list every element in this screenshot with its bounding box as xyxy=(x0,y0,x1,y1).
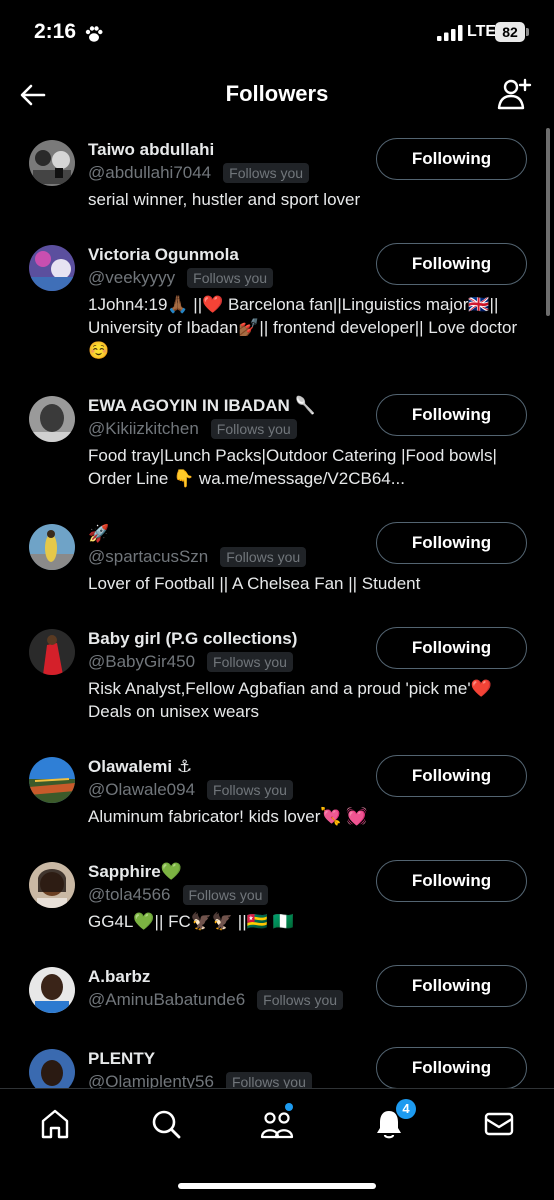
user-handle[interactable]: @Olamiplenty56 xyxy=(88,1072,214,1088)
messages-icon[interactable] xyxy=(482,1107,516,1141)
handle-line: @Kikiizkitchen Follows you xyxy=(88,419,297,439)
user-bio: GG4L💚|| FC🦅🦅 ||🇹🇬 🇳🇬 xyxy=(88,912,294,931)
user-handle[interactable]: @tola4566 xyxy=(88,885,171,905)
follows-you-badge: Follows you xyxy=(187,268,274,288)
user-bio: Aluminum fabricator! kids lover💘 💓 xyxy=(88,807,368,826)
user-handle[interactable]: @abdullahi7044 xyxy=(88,163,211,183)
display-name[interactable]: EWA AGOYIN IN IBADAN 🥄 xyxy=(88,396,316,416)
battery-icon: 82 xyxy=(495,22,525,42)
display-name[interactable]: Olawalemi ⚓ xyxy=(88,757,192,777)
communities-dot xyxy=(285,1103,293,1111)
follows-you-badge: Follows you xyxy=(257,990,344,1010)
following-button[interactable]: Following xyxy=(376,138,527,180)
followers-list: Taiwo abdullahi @abdullahi7044 Follows y… xyxy=(0,124,554,1088)
display-name[interactable]: PLENTY xyxy=(88,1049,155,1069)
notifications-badge: 4 xyxy=(396,1099,416,1119)
paw-icon xyxy=(85,26,103,42)
handle-line: @Olamiplenty56 Follows you xyxy=(88,1072,312,1088)
handle-line: @spartacusSzn Follows you xyxy=(88,547,307,567)
user-bio: 1John4:19🙏🏾 ||❤️ Barcelona fan||Linguist… xyxy=(88,295,518,360)
handle-line: @veekyyyy Follows you xyxy=(88,268,274,288)
handle-line: @BabyGir450 Follows you xyxy=(88,652,293,672)
home-icon[interactable] xyxy=(38,1107,72,1141)
following-button[interactable]: Following xyxy=(376,243,527,285)
avatar[interactable] xyxy=(29,396,75,442)
display-name[interactable]: 🚀 xyxy=(88,524,109,544)
avatar[interactable] xyxy=(29,967,75,1013)
following-button[interactable]: Following xyxy=(376,1047,527,1088)
network-label: LTE xyxy=(467,23,497,40)
follows-you-badge: Follows you xyxy=(225,1072,312,1088)
user-bio: serial winner, hustler and sport lover xyxy=(88,190,361,209)
avatar[interactable] xyxy=(29,524,75,570)
battery-nub xyxy=(526,28,529,36)
handle-line: @tola4566 Follows you xyxy=(88,885,269,905)
top-bar: Followers xyxy=(0,66,554,124)
following-button[interactable]: Following xyxy=(376,522,527,564)
handle-line: @Olawale094 Follows you xyxy=(88,780,293,800)
follows-you-badge: Follows you xyxy=(207,780,293,800)
avatar[interactable] xyxy=(29,862,75,908)
avatar[interactable] xyxy=(29,1049,75,1088)
follows-you-badge: Follows you xyxy=(207,652,293,672)
avatar[interactable] xyxy=(29,757,75,803)
handle-line: @AminuBabatunde6 Follows you xyxy=(88,990,344,1010)
following-button[interactable]: Following xyxy=(376,755,527,797)
user-handle[interactable]: @spartacusSzn xyxy=(88,547,208,567)
add-user-icon[interactable] xyxy=(496,76,532,112)
display-name[interactable]: A.barbz xyxy=(88,967,150,987)
following-button[interactable]: Following xyxy=(376,627,527,669)
status-bar: 2:16 LTE 82 xyxy=(0,0,554,66)
user-handle[interactable]: @AminuBabatunde6 xyxy=(88,990,245,1010)
search-icon[interactable] xyxy=(149,1107,183,1141)
follows-you-badge: Follows you xyxy=(220,547,307,567)
following-button[interactable]: Following xyxy=(376,860,527,902)
avatar[interactable] xyxy=(29,629,75,675)
handle-line: @abdullahi7044 Follows you xyxy=(88,163,310,183)
display-name[interactable]: Taiwo abdullahi xyxy=(88,140,214,160)
display-name[interactable]: Baby girl (P.G collections) xyxy=(88,629,297,649)
following-button[interactable]: Following xyxy=(376,394,527,436)
user-handle[interactable]: @Kikiizkitchen xyxy=(88,419,199,439)
follows-you-badge: Follows you xyxy=(210,419,297,439)
avatar[interactable] xyxy=(29,140,75,186)
user-handle[interactable]: @Olawale094 xyxy=(88,780,195,800)
follows-you-badge: Follows you xyxy=(182,885,269,905)
user-handle[interactable]: @BabyGir450 xyxy=(88,652,195,672)
follows-you-badge: Follows you xyxy=(223,163,310,183)
following-button[interactable]: Following xyxy=(376,965,527,1007)
user-bio: Food tray|Lunch Packs|Outdoor Catering |… xyxy=(88,446,497,488)
avatar[interactable] xyxy=(29,245,75,291)
display-name[interactable]: Sapphire💚 xyxy=(88,862,182,882)
signal-icon xyxy=(437,25,463,41)
page-title: Followers xyxy=(225,81,329,106)
home-indicator[interactable] xyxy=(178,1183,376,1189)
user-handle[interactable]: @veekyyyy xyxy=(88,268,175,288)
communities-icon[interactable] xyxy=(260,1107,294,1141)
user-bio: Lover of Football || A Chelsea Fan || St… xyxy=(88,574,421,593)
user-bio: Risk Analyst,Fellow Agbafian and a proud… xyxy=(88,679,492,721)
status-time: 2:16 xyxy=(34,20,77,43)
display-name[interactable]: Victoria Ogunmola xyxy=(88,245,239,265)
